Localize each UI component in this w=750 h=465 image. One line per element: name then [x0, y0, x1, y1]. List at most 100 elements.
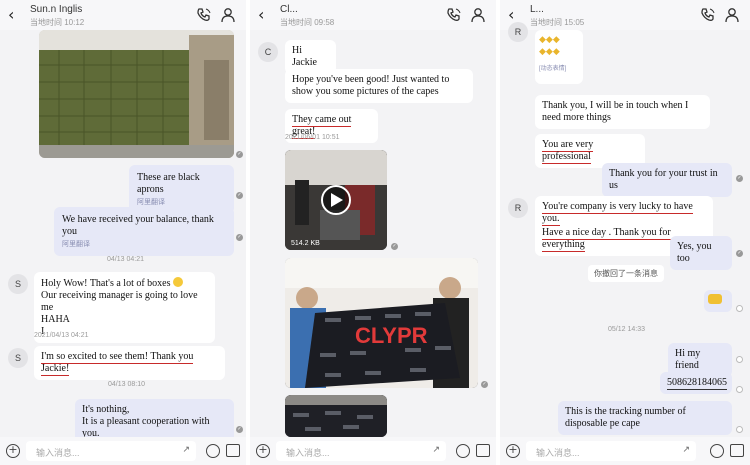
- contact-name: Cl...: [280, 4, 298, 15]
- message-text: Thank you, I will be in touch when I nee…: [542, 100, 689, 123]
- message-bubble[interactable]: I'm so excited to see them! Thank you Ja…: [34, 346, 225, 380]
- add-icon[interactable]: +: [506, 444, 520, 458]
- tracking-number[interactable]: 508628184065: [667, 377, 727, 390]
- input-bar: + 输入消息... ↗: [250, 437, 496, 465]
- message-text: Hope you've been good! Just wanted to sh…: [292, 74, 450, 97]
- thumbs-sticker-icon: [708, 294, 722, 304]
- emoji-icon[interactable]: [206, 444, 220, 458]
- avatar[interactable]: R: [508, 22, 528, 42]
- unread-receipt-icon: [736, 305, 743, 312]
- message-bubble[interactable]: Hope you've been good! Just wanted to sh…: [285, 69, 473, 103]
- emoji-icon[interactable]: [710, 444, 724, 458]
- message-text: Have a nice day . Thank you for everythi…: [542, 227, 671, 252]
- timestamp: 2021/06/01 10:51: [285, 134, 340, 141]
- local-time: 当地时间 10:12: [30, 18, 85, 27]
- unread-receipt-icon: [736, 356, 743, 363]
- cape-image-2: [285, 395, 387, 437]
- input-placeholder: 输入消息...: [36, 448, 80, 458]
- message-text: Hi my friend: [675, 348, 701, 371]
- profile-icon[interactable]: [724, 7, 740, 23]
- read-receipt-icon: ✓: [391, 243, 398, 250]
- local-time: 当地时间 15:05: [530, 18, 585, 27]
- message-text: It's nothing,: [82, 404, 130, 415]
- message-text: I'm so excited to see them! Thank you Ja…: [41, 351, 194, 376]
- message-text: HAHA: [41, 314, 70, 325]
- avatar[interactable]: R: [508, 198, 528, 218]
- boxes-image: [39, 30, 234, 158]
- local-time: 当地时间 09:58: [280, 18, 335, 27]
- input-placeholder: 输入消息...: [286, 448, 330, 458]
- timestamp: 04/13 08:10: [108, 381, 145, 388]
- chat-panel-2: ‹ Cl... 当地时间 09:58 C Hi Jackie Hope you'…: [250, 0, 498, 465]
- unread-receipt-icon: [736, 426, 743, 433]
- message-bubble[interactable]: This is the tracking number of disposabl…: [558, 401, 732, 435]
- expand-icon[interactable]: ↗: [432, 445, 440, 455]
- timestamp: 2021/04/13 04:21: [34, 332, 89, 339]
- message-text: This is the tracking number of disposabl…: [565, 406, 686, 429]
- input-bar: + 输入消息... ↗: [500, 437, 750, 465]
- video-thumbnail: [285, 150, 387, 250]
- expand-icon[interactable]: ↗: [682, 445, 690, 455]
- chat-panel-1: ‹ Sun.n Inglis 当地时间 10:12 ✓ These are bl…: [0, 0, 248, 465]
- back-icon[interactable]: ‹: [508, 5, 514, 24]
- cape-photo[interactable]: CLYPR: [285, 258, 478, 388]
- timestamp: 05/12 14:33: [608, 326, 645, 333]
- message-input[interactable]: 输入消息... ↗: [276, 441, 446, 461]
- message-text: Thank you for your trust in us: [609, 168, 718, 191]
- read-receipt-icon: ✓: [736, 175, 743, 182]
- message-bubble[interactable]: Thank you, I will be in touch when I nee…: [535, 95, 710, 129]
- message-bubble[interactable]: Thank you for your trust in us: [602, 163, 732, 197]
- read-receipt-icon: ✓: [236, 192, 243, 199]
- message-bubble[interactable]: 508628184065: [660, 372, 732, 394]
- input-bar: + 输入消息... ↗: [0, 437, 246, 465]
- call-icon[interactable]: [700, 7, 716, 23]
- avatar[interactable]: S: [8, 274, 28, 294]
- message-input[interactable]: 输入消息... ↗: [526, 441, 696, 461]
- message-text: These are black aprons: [137, 172, 200, 195]
- image-icon[interactable]: [730, 444, 744, 457]
- chat-panel-3: ‹ L... 当地时间 15:05 R ◆◆◆ ◆◆◆ [动态表情] Thank …: [500, 0, 750, 465]
- translate-link[interactable]: 阿里翻译: [62, 241, 226, 249]
- add-icon[interactable]: +: [256, 444, 270, 458]
- read-receipt-icon: ✓: [736, 250, 743, 257]
- warehouse-photo[interactable]: [39, 30, 234, 158]
- contact-name: L...: [530, 4, 544, 15]
- avatar[interactable]: C: [258, 42, 278, 62]
- call-icon[interactable]: [446, 7, 462, 23]
- input-placeholder: 输入消息...: [536, 448, 580, 458]
- cape-photo-2[interactable]: [285, 395, 387, 437]
- read-receipt-icon: ✓: [481, 381, 488, 388]
- message-text: You are very professional: [542, 139, 594, 164]
- message-text: You're company is very lucky to have you…: [542, 201, 693, 226]
- message-bubble[interactable]: We have received your balance, thank you…: [54, 207, 234, 257]
- image-icon[interactable]: [476, 444, 490, 457]
- sticker-caption: [动态表情]: [539, 66, 567, 72]
- expand-icon[interactable]: ↗: [182, 445, 190, 455]
- message-text: Yes, you too: [677, 241, 712, 264]
- sticker-message[interactable]: [704, 290, 732, 312]
- message-bubble[interactable]: Yes, you too: [670, 236, 732, 270]
- message-input[interactable]: 输入消息... ↗: [26, 441, 196, 461]
- avatar[interactable]: S: [8, 348, 28, 368]
- chat-header: ‹ Cl... 当地时间 09:58: [250, 0, 496, 30]
- cape-logo: CLYPR: [355, 323, 428, 348]
- sticker-message[interactable]: ◆◆◆ ◆◆◆ [动态表情]: [535, 30, 583, 84]
- message-text: We have received your balance, thank you: [62, 214, 214, 237]
- profile-icon[interactable]: [470, 7, 486, 23]
- emoji-icon: [173, 277, 184, 287]
- add-icon[interactable]: +: [6, 444, 20, 458]
- chat-header: ‹ Sun.n Inglis 当地时间 10:12: [0, 0, 246, 30]
- profile-icon[interactable]: [220, 7, 236, 23]
- read-receipt-icon: ✓: [236, 426, 243, 433]
- cape-image: CLYPR: [285, 258, 478, 388]
- emoji-icon[interactable]: [456, 444, 470, 458]
- read-receipt-icon: ✓: [236, 234, 243, 241]
- contact-name: Sun.n Inglis: [30, 4, 83, 15]
- back-icon[interactable]: ‹: [8, 5, 14, 24]
- call-icon[interactable]: [196, 7, 212, 23]
- read-receipt-icon: ✓: [236, 151, 243, 158]
- image-icon[interactable]: [226, 444, 240, 457]
- video-message[interactable]: 514.2 KB: [285, 150, 387, 250]
- recalled-notice: 你撤回了一条消息: [588, 265, 664, 282]
- back-icon[interactable]: ‹: [258, 5, 264, 24]
